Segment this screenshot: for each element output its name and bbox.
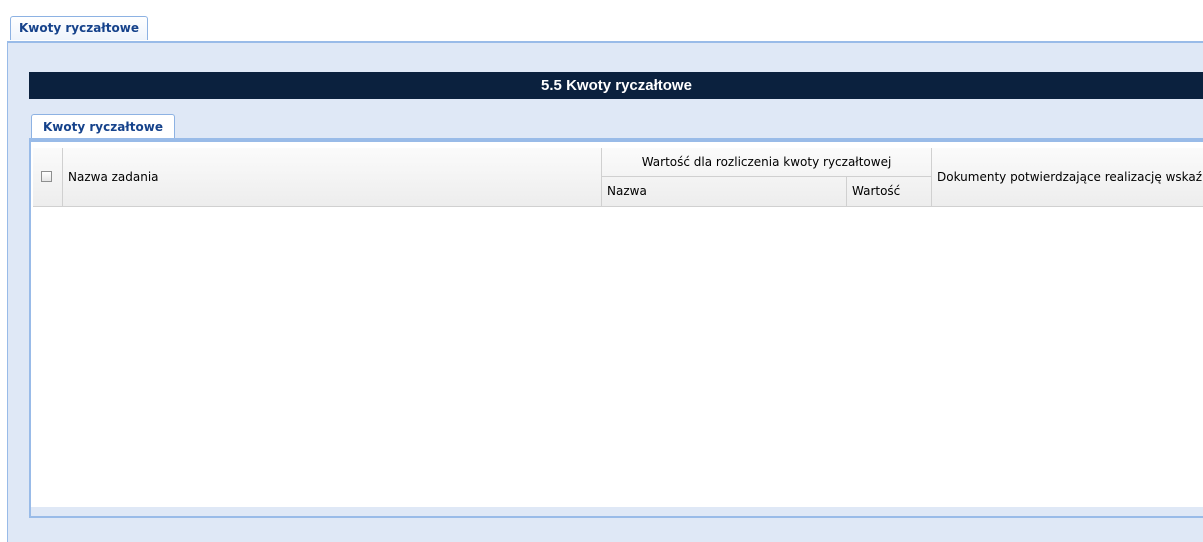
tab-kwoty-ryczaltowe-inner[interactable]: Kwoty ryczałtowe bbox=[31, 114, 175, 138]
grid-header: Nazwa zadania Wartość dla rozliczenia kw… bbox=[33, 148, 1203, 207]
select-all-cell bbox=[33, 148, 63, 206]
lump-sum-grid: Nazwa zadania Wartość dla rozliczenia kw… bbox=[29, 140, 1203, 518]
grid-body-empty bbox=[33, 207, 1203, 507]
column-header-settlement-value[interactable]: Wartość bbox=[847, 177, 932, 206]
tab-kwoty-ryczaltowe-outer[interactable]: Kwoty ryczałtowe bbox=[10, 16, 148, 40]
page-root: Kwoty ryczałtowe 5.5 Kwoty ryczałtowe Kw… bbox=[0, 0, 1203, 542]
column-header-documents[interactable]: Dokumenty potwierdzające realizację wska… bbox=[932, 148, 1203, 206]
column-header-task-name[interactable]: Nazwa zadania bbox=[63, 148, 602, 206]
outer-tab-strip: Kwoty ryczałtowe bbox=[7, 16, 1203, 43]
select-all-checkbox[interactable] bbox=[41, 171, 52, 182]
grid-bottom-toolbar bbox=[31, 507, 1203, 516]
section-title: 5.5 Kwoty ryczałtowe bbox=[29, 72, 1203, 99]
inner-tab-strip: Kwoty ryczałtowe bbox=[29, 114, 1203, 140]
column-group-settlement-value: Wartość dla rozliczenia kwoty ryczałtowe… bbox=[602, 148, 932, 177]
column-header-settlement-name[interactable]: Nazwa bbox=[602, 177, 847, 206]
outer-panel: 5.5 Kwoty ryczałtowe Kwoty ryczałtowe Na… bbox=[7, 43, 1203, 542]
